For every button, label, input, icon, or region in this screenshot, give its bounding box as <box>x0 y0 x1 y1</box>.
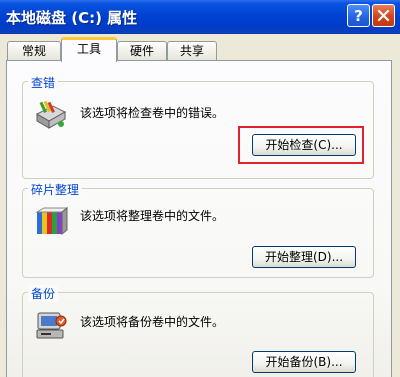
start-defrag-label: 开始整理(D)... <box>264 250 344 264</box>
tab-label: 工具 <box>76 42 101 56</box>
title-bar: 本地磁盘 (C:) 属性 ? <box>0 0 400 34</box>
tab-hardware[interactable]: 硬件 <box>117 41 167 61</box>
defrag-description: 该选项将整理卷中的文件。 <box>80 209 225 223</box>
highlight-box <box>238 126 364 164</box>
tab-label: 硬件 <box>129 44 154 58</box>
start-defrag-button[interactable]: 开始整理(D)... <box>252 246 356 268</box>
start-backup-label: 开始备份(B)... <box>265 355 343 369</box>
help-button[interactable]: ? <box>347 4 370 27</box>
error-check-description: 该选项将检查卷中的错误。 <box>80 106 225 120</box>
error-check-title: 查错 <box>28 74 59 91</box>
tab-strip: 常规 工具 硬件 共享 <box>0 34 400 62</box>
backup-title: 备份 <box>28 285 59 302</box>
start-backup-button[interactable]: 开始备份(B)... <box>252 351 356 373</box>
backup-description: 该选项将备份卷中的文件。 <box>80 315 225 329</box>
defrag-title: 碎片整理 <box>28 181 83 198</box>
close-button[interactable] <box>372 4 395 27</box>
tab-label: 共享 <box>179 44 204 58</box>
tab-label: 常规 <box>21 44 46 58</box>
tab-general[interactable]: 常规 <box>7 41 61 61</box>
close-icon <box>377 9 390 22</box>
defrag-icon <box>34 206 69 240</box>
window-title: 本地磁盘 (C:) 属性 <box>6 9 138 27</box>
tab-sharing[interactable]: 共享 <box>167 41 217 61</box>
backup-icon <box>34 309 68 343</box>
disk-check-icon <box>34 100 68 134</box>
tab-tools[interactable]: 工具 <box>61 37 117 62</box>
help-icon: ? <box>354 6 363 25</box>
